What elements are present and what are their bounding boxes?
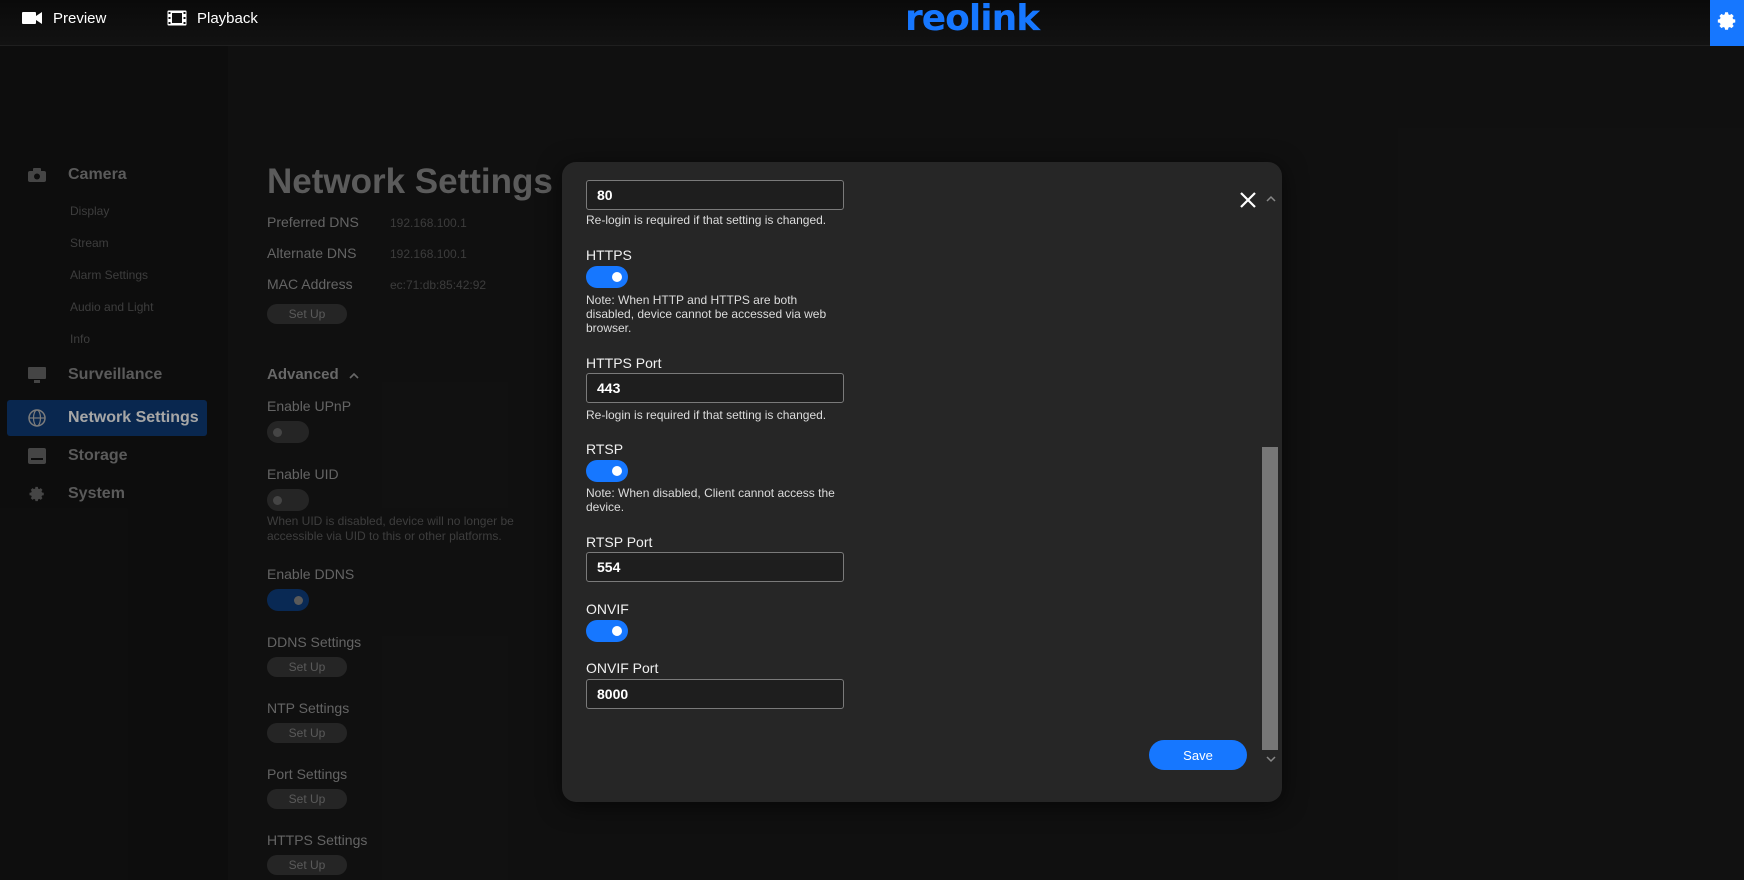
video-camera-icon <box>21 10 43 26</box>
rtsp-toggle[interactable] <box>586 460 628 482</box>
top-bar: Preview Playback reolink <box>0 0 1744 46</box>
https-toggle[interactable] <box>586 266 628 288</box>
rtsp-note: Note: When disabled, Client cannot acces… <box>586 486 835 514</box>
onvif-port-input[interactable] <box>586 679 844 709</box>
nav-preview[interactable]: Preview <box>21 0 106 36</box>
chevron-up-icon <box>1266 189 1276 207</box>
https-port-label: HTTPS Port <box>586 355 662 371</box>
scroll-down-button[interactable] <box>1265 753 1277 765</box>
gear-icon <box>1716 10 1738 37</box>
onvif-toggle[interactable] <box>586 620 628 642</box>
chevron-down-icon <box>1266 750 1276 768</box>
port-settings-dialog: Re-login is required if that setting is … <box>562 162 1282 802</box>
nav-playback-label: Playback <box>197 9 258 27</box>
http-port-input[interactable] <box>586 180 844 210</box>
reolink-logo: reolink <box>905 0 1040 39</box>
rtsp-label: RTSP <box>586 441 624 457</box>
https-label: HTTPS <box>586 247 632 263</box>
onvif-port-label: ONVIF Port <box>586 660 659 676</box>
https-port-input[interactable] <box>586 373 844 403</box>
film-icon <box>167 10 187 26</box>
save-button[interactable]: Save <box>1149 740 1247 770</box>
scrollbar-thumb[interactable] <box>1262 447 1278 750</box>
rtsp-port-input[interactable] <box>586 552 844 582</box>
http-relogin-note: Re-login is required if that setting is … <box>586 213 827 227</box>
rtsp-port-label: RTSP Port <box>586 534 653 550</box>
nav-playback[interactable]: Playback <box>167 0 258 36</box>
https-relogin-note: Re-login is required if that setting is … <box>586 408 827 422</box>
https-note: Note: When HTTP and HTTPS are both disab… <box>586 293 827 335</box>
scroll-up-button[interactable] <box>1265 192 1277 204</box>
onvif-label: ONVIF <box>586 601 629 617</box>
settings-button[interactable] <box>1710 0 1744 46</box>
nav-preview-label: Preview <box>53 9 107 27</box>
close-icon <box>1236 192 1260 216</box>
close-button[interactable] <box>1236 188 1260 212</box>
